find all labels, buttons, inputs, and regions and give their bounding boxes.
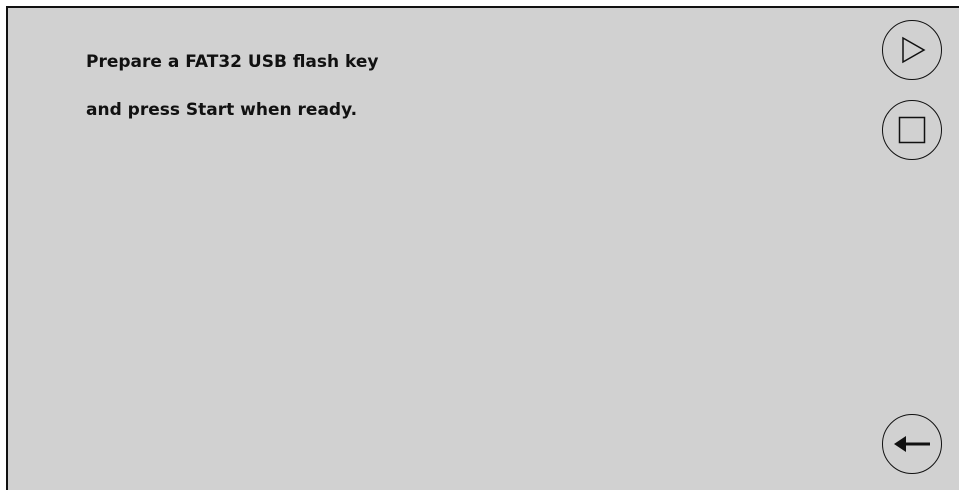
stop-icon: [897, 115, 927, 145]
start-button[interactable]: [882, 20, 942, 80]
back-button[interactable]: [882, 414, 942, 474]
arrow-left-icon: [892, 433, 932, 455]
usb-prepare-screen: Prepare a FAT32 USB flash key and press …: [6, 6, 959, 490]
stop-button[interactable]: [882, 100, 942, 160]
instruction-line-2: and press Start when ready.: [86, 100, 358, 120]
play-icon: [897, 35, 927, 65]
instruction-line-1: Prepare a FAT32 USB flash key: [86, 52, 379, 72]
